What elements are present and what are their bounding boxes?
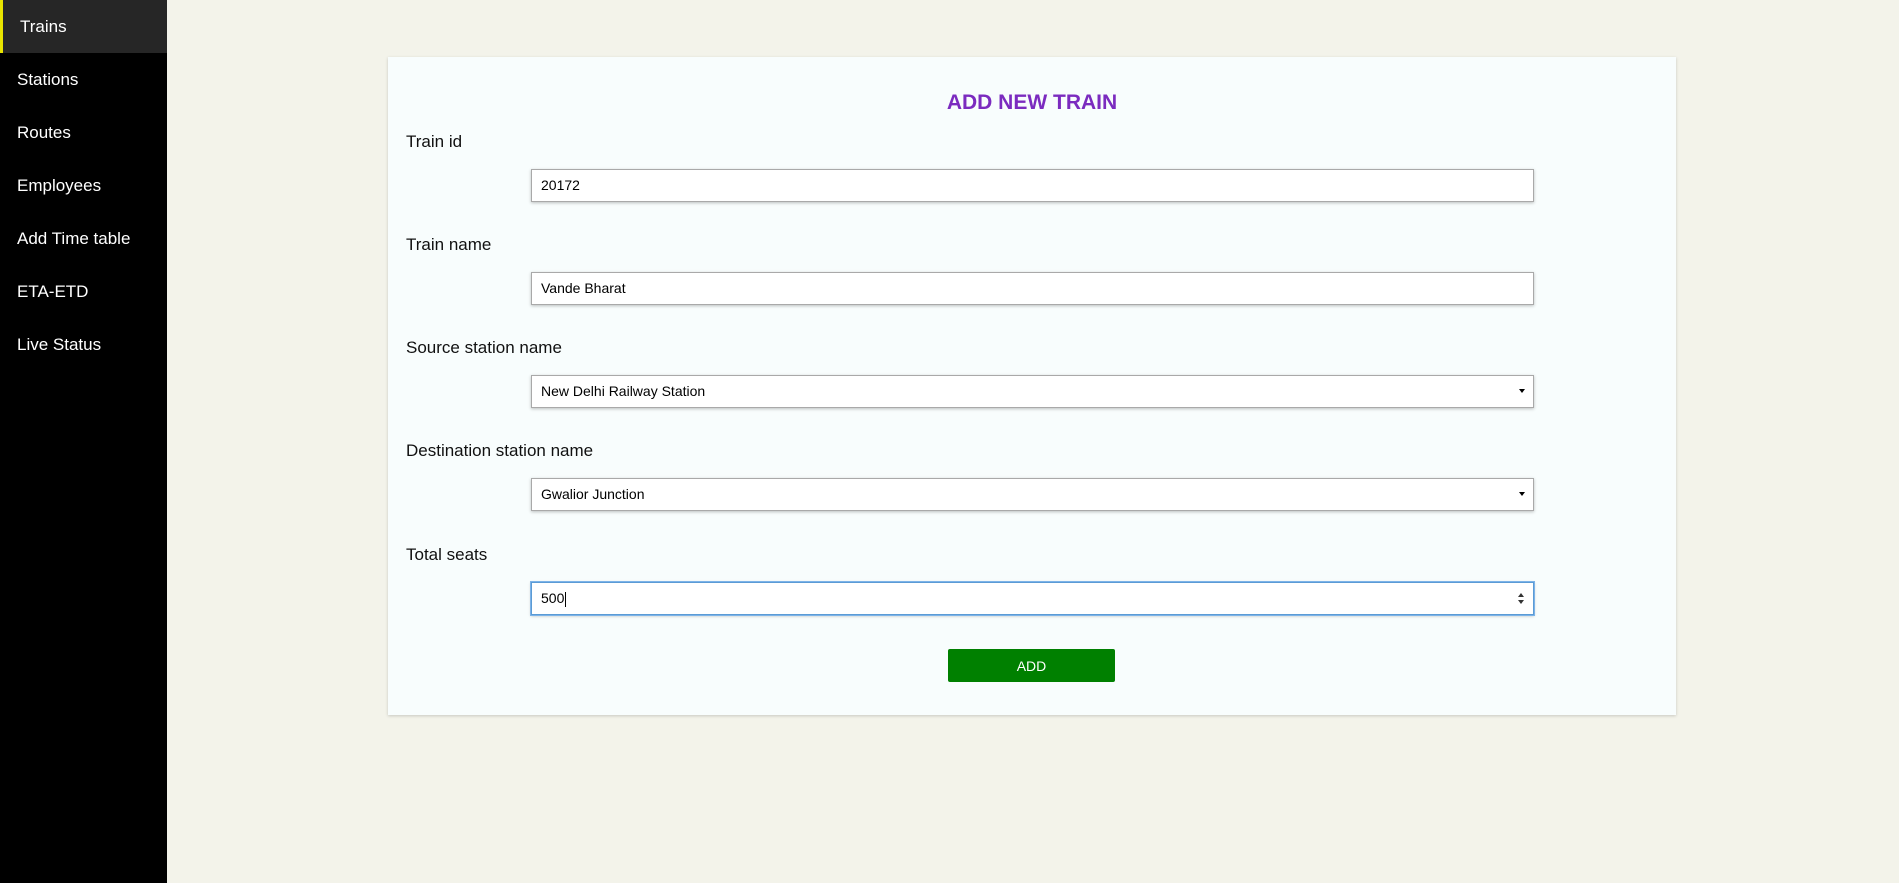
sidebar-item-routes[interactable]: Routes <box>0 106 167 159</box>
source-station-value: New Delhi Railway Station <box>541 383 706 399</box>
number-spinner-icon[interactable] <box>1517 592 1526 606</box>
train-name-input[interactable]: Vande Bharat <box>531 272 1534 305</box>
sidebar-item-add-time-table[interactable]: Add Time table <box>0 212 167 265</box>
text-cursor <box>565 591 567 607</box>
destination-station-label: Destination station name <box>406 441 594 460</box>
train-id-value: 20172 <box>541 177 580 193</box>
sidebar-item-stations[interactable]: Stations <box>0 53 167 106</box>
train-name-value: Vande Bharat <box>541 280 626 296</box>
sidebar-item-eta-etd[interactable]: ETA-ETD <box>0 265 167 318</box>
sidebar-item-trains[interactable]: Trains <box>0 0 167 53</box>
add-train-form: ADD NEW TRAIN Train id 20172 Train name … <box>388 57 1676 715</box>
source-station-label: Source station name <box>406 338 562 357</box>
form-title: ADD NEW TRAIN <box>946 91 1118 114</box>
source-station-select[interactable]: New Delhi Railway Station <box>531 375 1534 408</box>
sidebar-nav: Trains Stations Routes Employees Add Tim… <box>0 0 167 883</box>
destination-station-value: Gwalior Junction <box>541 486 645 502</box>
train-name-label: Train name <box>406 235 492 254</box>
total-seats-input[interactable]: 500 <box>531 582 1534 615</box>
chevron-down-icon <box>1519 492 1525 496</box>
sidebar-item-live-status[interactable]: Live Status <box>0 318 167 371</box>
destination-station-select[interactable]: Gwalior Junction <box>531 478 1534 511</box>
chevron-down-icon <box>1519 389 1525 393</box>
total-seats-value: 500 <box>541 590 565 606</box>
sidebar-item-employees[interactable]: Employees <box>0 159 167 212</box>
train-id-input[interactable]: 20172 <box>531 169 1534 202</box>
train-id-label: Train id <box>406 132 463 151</box>
add-button[interactable]: ADD <box>948 649 1115 682</box>
total-seats-label: Total seats <box>406 545 488 564</box>
